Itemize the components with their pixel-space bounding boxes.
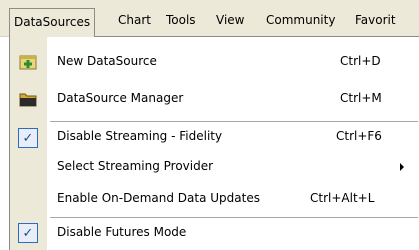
menu-chart[interactable]: Chart	[118, 9, 151, 31]
new-datasource-icon	[19, 53, 37, 71]
menu-item-label: Select Streaming Provider	[57, 159, 214, 173]
datasources-dropdown: New DataSource Ctrl+D DataSource Manager…	[9, 36, 419, 250]
menu-item-shortcut: Ctrl+M	[340, 91, 382, 105]
folder-icon	[19, 90, 37, 108]
menu-item-datasource-manager[interactable]: DataSource Manager Ctrl+M	[10, 84, 419, 115]
menu-bar: DataSources Chart Tools View Community F…	[0, 0, 419, 37]
menu-community[interactable]: Community	[266, 9, 335, 31]
menu-item-enable-on-demand-updates[interactable]: Enable On-Demand Data Updates Ctrl+Alt+L	[10, 184, 419, 215]
menu-item-label: Disable Futures Mode	[57, 225, 187, 239]
menu-item-shortcut: Ctrl+F6	[336, 129, 382, 143]
menu-view[interactable]: View	[216, 9, 244, 31]
menu-item-shortcut: Ctrl+Alt+L	[310, 191, 375, 205]
menu-tools[interactable]: Tools	[166, 9, 196, 31]
menu-item-disable-futures-mode[interactable]: ✓ Disable Futures Mode	[10, 218, 419, 249]
menu-item-shortcut: Ctrl+D	[340, 54, 381, 68]
menu-item-label: New DataSource	[57, 54, 157, 68]
checkmark-icon: ✓	[18, 128, 38, 148]
menu-item-label: Disable Streaming - Fidelity	[57, 129, 223, 143]
submenu-arrow-icon	[400, 163, 404, 171]
checkmark-icon: ✓	[18, 223, 38, 243]
menu-item-label: DataSource Manager	[57, 91, 184, 105]
menu-item-select-streaming-provider[interactable]: Select Streaming Provider	[10, 152, 419, 183]
menu-item-disable-streaming[interactable]: ✓ Disable Streaming - Fidelity Ctrl+F6	[10, 122, 419, 153]
menu-item-label: Enable On-Demand Data Updates	[57, 191, 260, 205]
menu-item-new-datasource[interactable]: New DataSource Ctrl+D	[10, 47, 419, 78]
menu-datasources[interactable]: DataSources	[9, 8, 96, 37]
menu-favorites[interactable]: Favorit	[355, 9, 396, 31]
